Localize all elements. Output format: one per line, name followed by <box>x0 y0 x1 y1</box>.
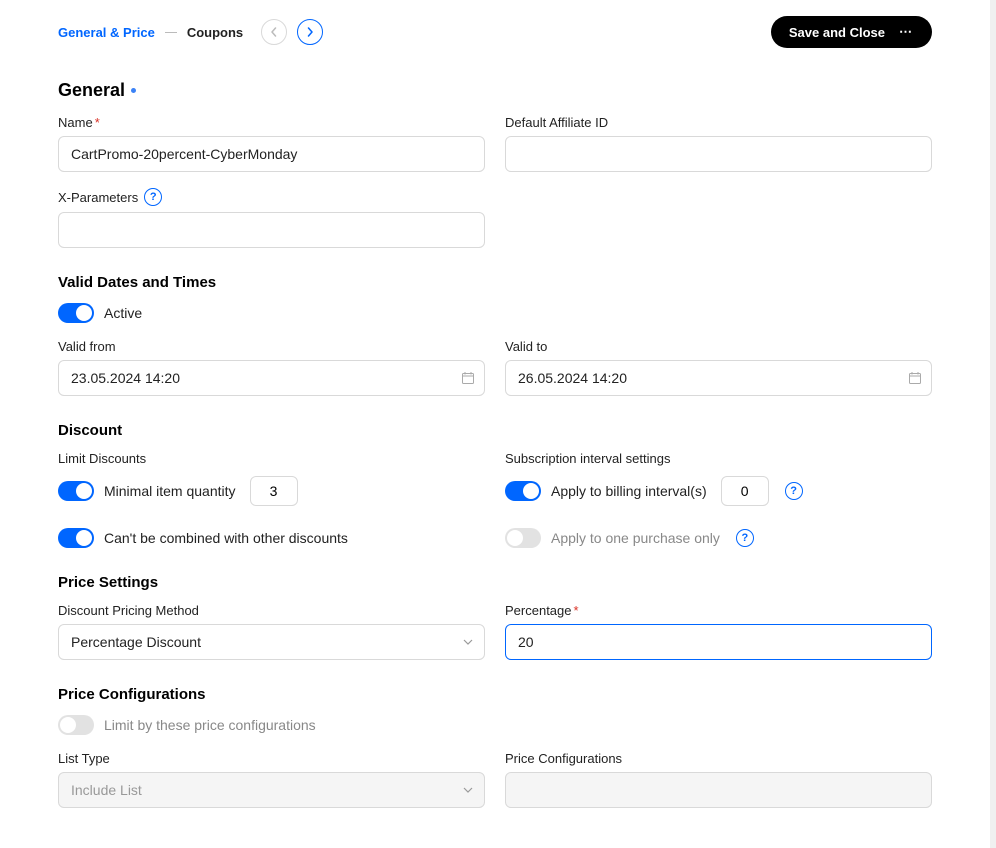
percentage-label: Percentage* <box>505 603 932 618</box>
limit-discounts-label: Limit Discounts <box>58 451 485 466</box>
no-combine-label: Can't be combined with other discounts <box>104 530 348 546</box>
price-config-input[interactable] <box>505 772 932 808</box>
section-valid-title: Valid Dates and Times <box>58 274 932 291</box>
xparams-input[interactable] <box>58 212 485 248</box>
valid-to-input[interactable] <box>505 360 932 396</box>
prev-tab-button[interactable] <box>261 19 287 45</box>
save-button-label: Save and Close <box>789 25 885 40</box>
limit-price-config-label: Limit by these price configurations <box>104 717 316 733</box>
apply-billing-toggle[interactable] <box>505 481 541 501</box>
list-type-label: List Type <box>58 751 485 766</box>
breadcrumb: General & Price Coupons <box>58 19 323 45</box>
valid-from-label: Valid from <box>58 339 485 354</box>
affiliate-id-label: Default Affiliate ID <box>505 115 932 130</box>
pricing-method-select[interactable] <box>58 624 485 660</box>
no-combine-toggle[interactable] <box>58 528 94 548</box>
xparams-label: X-Parameters ? <box>58 188 485 206</box>
name-label: Name* <box>58 115 485 130</box>
sub-interval-label: Subscription interval settings <box>505 451 932 466</box>
min-qty-input[interactable] <box>250 476 298 506</box>
section-discount-title: Discount <box>58 422 932 439</box>
help-icon[interactable]: ? <box>736 529 754 547</box>
apply-one-toggle[interactable] <box>505 528 541 548</box>
apply-billing-label: Apply to billing interval(s) <box>551 483 707 499</box>
more-icon[interactable]: ⋯ <box>899 24 914 40</box>
apply-billing-input[interactable] <box>721 476 769 506</box>
tab-general-price[interactable]: General & Price <box>58 25 155 40</box>
section-price-settings-title: Price Settings <box>58 574 932 591</box>
active-toggle[interactable] <box>58 303 94 323</box>
valid-to-label: Valid to <box>505 339 932 354</box>
chevron-right-icon <box>305 27 315 37</box>
name-input[interactable] <box>58 136 485 172</box>
pricing-method-label: Discount Pricing Method <box>58 603 485 618</box>
help-icon[interactable]: ? <box>785 482 803 500</box>
price-config-label: Price Configurations <box>505 751 932 766</box>
breadcrumb-separator <box>165 32 177 33</box>
active-label: Active <box>104 305 142 321</box>
chevron-left-icon <box>269 27 279 37</box>
list-type-select[interactable] <box>58 772 485 808</box>
help-icon[interactable]: ? <box>144 188 162 206</box>
section-price-config-title: Price Configurations <box>58 686 932 703</box>
tab-coupons[interactable]: Coupons <box>187 25 243 40</box>
save-and-close-button[interactable]: Save and Close ⋯ <box>771 16 932 48</box>
section-general-title: General <box>58 80 932 101</box>
next-tab-button[interactable] <box>297 19 323 45</box>
valid-from-input[interactable] <box>58 360 485 396</box>
min-qty-toggle[interactable] <box>58 481 94 501</box>
limit-price-config-toggle[interactable] <box>58 715 94 735</box>
affiliate-id-input[interactable] <box>505 136 932 172</box>
calendar-icon[interactable] <box>461 371 475 385</box>
percentage-input[interactable] <box>505 624 932 660</box>
apply-one-label: Apply to one purchase only <box>551 530 720 546</box>
min-qty-label: Minimal item quantity <box>104 483 236 499</box>
calendar-icon[interactable] <box>908 371 922 385</box>
